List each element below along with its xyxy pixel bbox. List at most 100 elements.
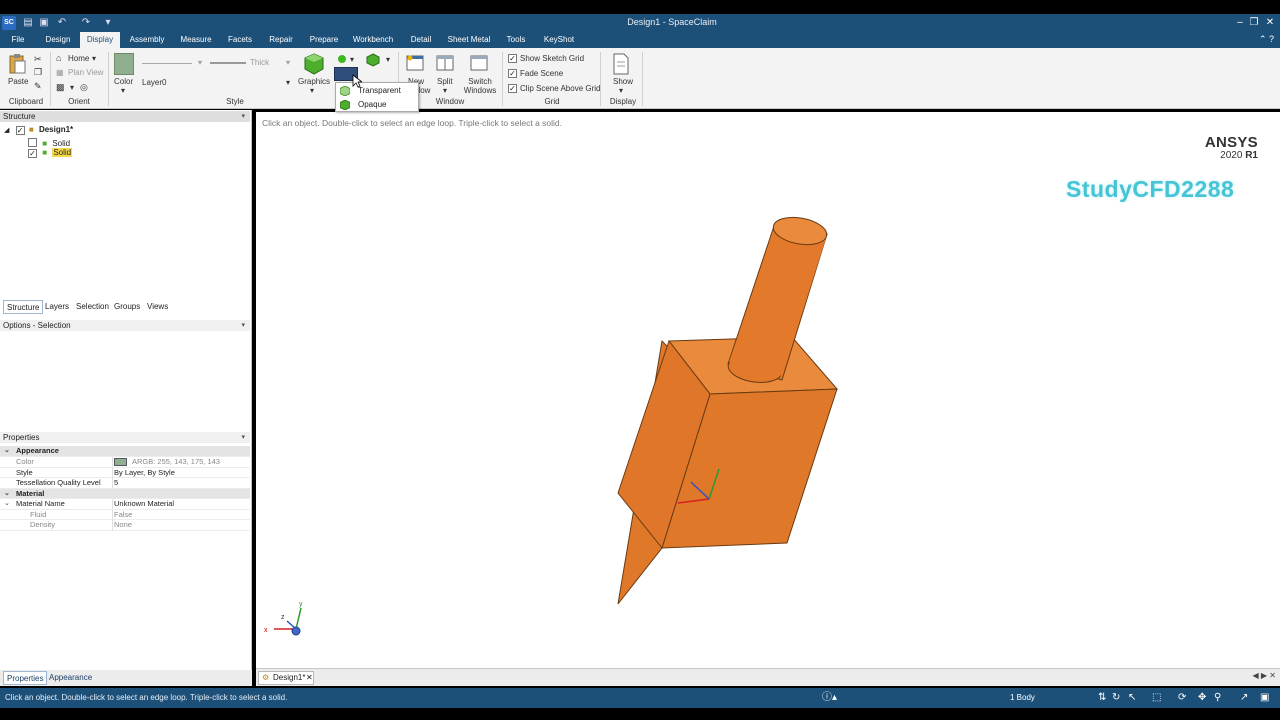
tab-appearance[interactable]: Appearance bbox=[46, 671, 95, 685]
paste-icon[interactable] bbox=[8, 53, 26, 75]
home-button[interactable]: Home bbox=[68, 54, 89, 63]
property-row-density[interactable]: Density None bbox=[0, 520, 250, 531]
tab-sheet-metal[interactable]: Sheet Metal bbox=[446, 32, 492, 48]
color-button[interactable]: Color bbox=[114, 77, 133, 86]
show-document-icon[interactable] bbox=[612, 53, 630, 75]
chevron-down-icon[interactable]: ▾ bbox=[286, 78, 290, 87]
zoom-icon[interactable]: ⚲ bbox=[1214, 692, 1221, 704]
format-painter-icon[interactable]: ✎ bbox=[34, 81, 42, 92]
cut-icon[interactable]: ✂ bbox=[34, 54, 42, 65]
fade-scene-label[interactable]: Fade Scene bbox=[520, 69, 563, 78]
appearance-category[interactable]: ⌄ Appearance bbox=[0, 446, 250, 457]
pin-icon[interactable]: ▾ bbox=[241, 432, 245, 443]
doc-tab-design1[interactable]: ⚙ Design1* ✕ bbox=[258, 671, 314, 685]
help-icon[interactable]: ⌃ ? bbox=[1259, 34, 1274, 45]
measure-icon[interactable]: ↗ bbox=[1240, 692, 1248, 704]
clip-scene-checkbox[interactable]: ✓ bbox=[508, 84, 517, 93]
pin-icon[interactable]: ▾ bbox=[241, 111, 245, 122]
pan-icon[interactable]: ✥ bbox=[1198, 692, 1206, 704]
property-row-color[interactable]: Color ARGB: 255, 143, 175, 143 bbox=[0, 457, 250, 468]
tab-selection[interactable]: Selection bbox=[73, 300, 112, 314]
collapse-icon[interactable]: ⌄ bbox=[4, 446, 10, 456]
close-icon[interactable]: ✕ bbox=[306, 672, 313, 684]
switch-windows-icon[interactable] bbox=[470, 54, 488, 72]
layer-dropdown[interactable]: Layer0 bbox=[142, 78, 166, 87]
property-row-style[interactable]: Style By Layer, By Style bbox=[0, 467, 250, 478]
property-row-material-name[interactable]: ⌄ Material Name Unknown Material bbox=[0, 499, 250, 510]
dropdown-item-transparent[interactable]: Transparent bbox=[336, 84, 418, 98]
close-icon[interactable]: ✕ bbox=[1262, 15, 1278, 31]
green-dot-icon[interactable] bbox=[338, 55, 346, 63]
graphics-cube-icon[interactable] bbox=[304, 53, 324, 75]
tab-prepare[interactable]: Prepare bbox=[306, 32, 342, 48]
restore-icon[interactable]: ❐ bbox=[1246, 15, 1262, 31]
tab-facets[interactable]: Facets bbox=[224, 32, 256, 48]
tab-properties[interactable]: Properties bbox=[3, 671, 48, 685]
tab-file[interactable]: File bbox=[4, 32, 32, 48]
chevron-down-icon[interactable]: ▾ bbox=[350, 55, 354, 64]
tab-views[interactable]: Views bbox=[144, 300, 171, 314]
tab-keyshot[interactable]: KeyShot bbox=[540, 32, 578, 48]
plan-view-button[interactable]: Plan View bbox=[68, 68, 103, 77]
chevron-down-icon[interactable]: ▾ bbox=[619, 86, 623, 95]
property-row-fluid[interactable]: Fluid False bbox=[0, 509, 250, 520]
paste-button[interactable]: Paste bbox=[8, 77, 28, 86]
redo-icon[interactable]: ↷ bbox=[80, 16, 92, 30]
dropdown-item-opaque[interactable]: Opaque bbox=[336, 98, 418, 112]
material-category[interactable]: ⌄ Material bbox=[0, 488, 250, 499]
tab-measure[interactable]: Measure bbox=[176, 32, 216, 48]
clip-scene-label[interactable]: Clip Scene Above Grid bbox=[520, 84, 601, 93]
root-checkbox[interactable]: ✓ bbox=[15, 126, 25, 135]
tree-item-solid-1[interactable]: ■ Solid bbox=[28, 137, 70, 148]
selection-filter-icon[interactable]: ⇅ bbox=[1098, 692, 1106, 704]
tab-groups[interactable]: Groups bbox=[111, 300, 143, 314]
select-cursor-icon[interactable]: ↖ bbox=[1128, 692, 1136, 704]
show-button[interactable]: Show bbox=[613, 77, 633, 86]
lasso-icon[interactable]: ↻ bbox=[1112, 692, 1120, 704]
fullscreen-icon[interactable]: ▣ bbox=[1260, 692, 1269, 704]
expand-icon[interactable]: ◢ bbox=[4, 127, 9, 134]
spaceclaim-logo-icon[interactable]: SC bbox=[2, 16, 16, 30]
chevron-down-icon[interactable]: ▾ bbox=[70, 83, 74, 92]
tab-display[interactable]: Display bbox=[80, 32, 120, 48]
shading-cube-icon[interactable] bbox=[366, 53, 380, 67]
tab-layers[interactable]: Layers bbox=[42, 300, 72, 314]
fade-scene-checkbox[interactable]: ✓ bbox=[508, 69, 517, 78]
tab-workbench[interactable]: Workbench bbox=[350, 32, 396, 48]
tree-root[interactable]: ◢ ✓ ■ Design1* bbox=[4, 125, 73, 135]
tree-item-solid-2[interactable]: ✓ ■ Solid bbox=[28, 148, 73, 158]
split-icon[interactable] bbox=[436, 54, 454, 72]
pin-icon[interactable]: ▾ bbox=[241, 320, 245, 331]
property-row-tessellation[interactable]: Tessellation Quality Level 5 bbox=[0, 478, 250, 489]
zoom-icon[interactable]: ◎ bbox=[80, 82, 88, 93]
split-button[interactable]: Split bbox=[437, 77, 453, 86]
new-window-icon[interactable] bbox=[406, 54, 424, 72]
undo-icon[interactable]: ↶ bbox=[56, 16, 68, 30]
chevron-down-icon[interactable]: ▾ bbox=[121, 86, 125, 95]
tab-design[interactable]: Design bbox=[40, 32, 76, 48]
color-swatch-icon[interactable] bbox=[114, 53, 134, 75]
view-cube-icon[interactable]: ▩ bbox=[56, 82, 65, 93]
show-sketch-grid-checkbox[interactable]: ✓ bbox=[508, 54, 517, 63]
solid-2-checkbox[interactable]: ✓ bbox=[28, 149, 37, 158]
chevron-down-icon[interactable]: ▾ bbox=[386, 55, 390, 64]
switch-windows-button[interactable]: Switch Windows bbox=[461, 77, 499, 95]
tab-structure[interactable]: Structure bbox=[3, 300, 44, 314]
chevron-down-icon[interactable]: ▾ bbox=[310, 86, 314, 95]
home-icon[interactable]: ⌂ bbox=[56, 53, 61, 63]
line-style-icon[interactable] bbox=[142, 63, 192, 64]
box-select-icon[interactable]: ⬚ bbox=[1152, 692, 1161, 704]
line-weight-icon[interactable] bbox=[210, 62, 246, 64]
tab-assembly[interactable]: Assembly bbox=[126, 32, 168, 48]
copy-icon[interactable]: ❐ bbox=[34, 67, 42, 78]
3d-viewport[interactable]: Click an object. Double-click to select … bbox=[256, 112, 1280, 668]
chevron-down-icon[interactable]: ▾ bbox=[92, 54, 96, 63]
solid-1-checkbox[interactable] bbox=[28, 138, 37, 147]
show-sketch-grid-label[interactable]: Show Sketch Grid bbox=[520, 54, 584, 63]
customize-icon[interactable]: ▾ bbox=[102, 16, 114, 30]
info-icon[interactable]: ⓘ▴ bbox=[822, 692, 837, 704]
save-icon[interactable]: ▣ bbox=[38, 16, 50, 30]
collapse-icon[interactable]: ⌄ bbox=[4, 489, 10, 499]
chevron-down-icon[interactable]: ▾ bbox=[443, 86, 447, 95]
tab-tools[interactable]: Tools bbox=[502, 32, 530, 48]
